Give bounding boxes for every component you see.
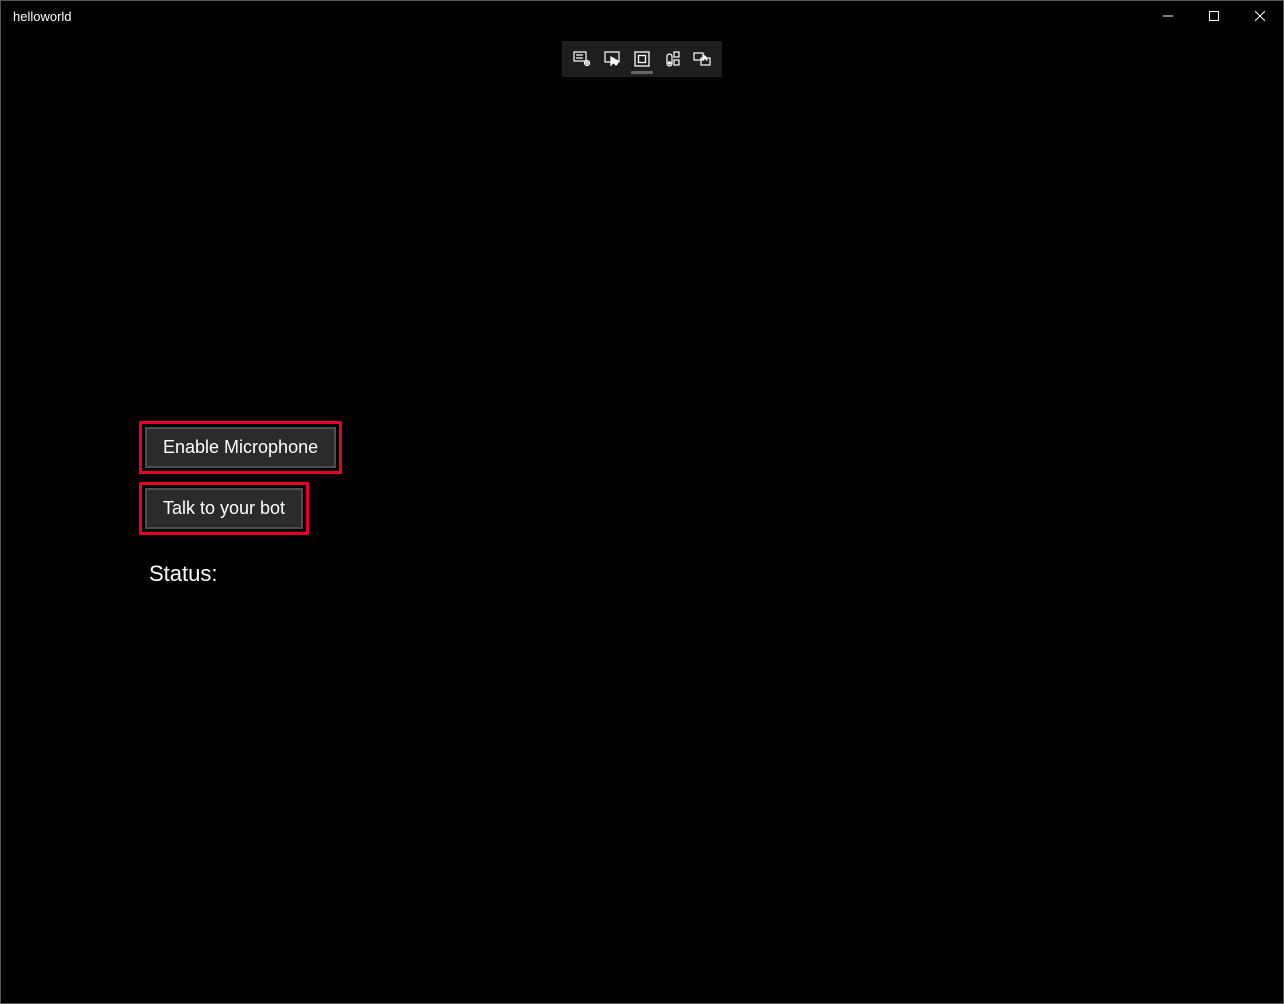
titlebar: helloworld (1, 1, 1283, 31)
track-focused-icon[interactable] (658, 45, 686, 73)
close-button[interactable] (1237, 1, 1283, 31)
maximize-button[interactable] (1191, 1, 1237, 31)
main-content: Enable Microphone Talk to your bot Statu… (139, 421, 342, 587)
minimize-button[interactable] (1145, 1, 1191, 31)
toolbar-drag-handle[interactable] (631, 71, 653, 74)
xaml-debug-toolbar[interactable] (562, 41, 722, 77)
highlight-enable-mic: Enable Microphone (139, 421, 342, 474)
window-title: helloworld (13, 9, 72, 24)
go-to-live-visual-tree-icon[interactable] (688, 45, 716, 73)
talk-to-bot-button[interactable]: Talk to your bot (145, 488, 303, 529)
highlight-talk-bot: Talk to your bot (139, 482, 309, 535)
enable-microphone-button[interactable]: Enable Microphone (145, 427, 336, 468)
enable-selection-icon[interactable] (598, 45, 626, 73)
status-label: Status: (149, 561, 342, 587)
live-visual-tree-icon[interactable] (568, 45, 596, 73)
display-layout-adorners-icon[interactable] (628, 45, 656, 73)
window-controls (1145, 1, 1283, 31)
